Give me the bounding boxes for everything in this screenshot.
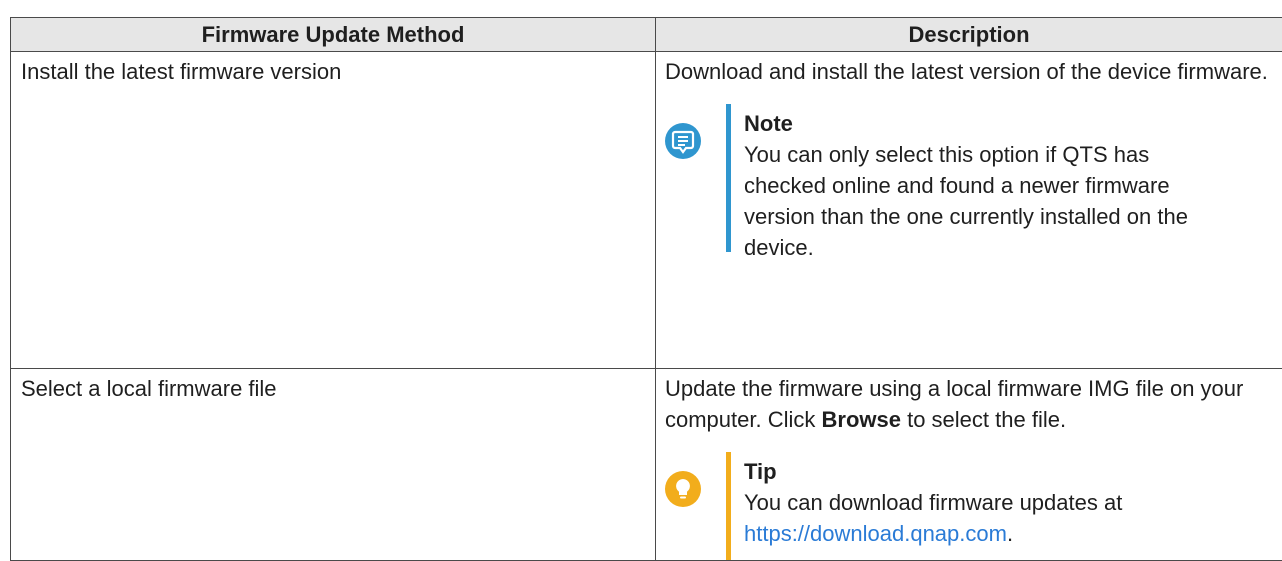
note-text: You can only select this option if QTS h… [744, 142, 1188, 260]
note-icon [665, 123, 701, 159]
description-text: Download and install the latest version … [665, 56, 1274, 87]
table-header-row: Firmware Update Method Description [11, 18, 1282, 52]
description-cell: Update the firmware using a local firmwa… [656, 369, 1282, 561]
method-cell: Select a local firmware file [11, 369, 656, 561]
description-cell: Download and install the latest version … [656, 52, 1282, 369]
tip-accent-bar [726, 452, 731, 560]
lightbulb-icon [665, 471, 701, 507]
note-callout: Note You can only select this option if … [665, 104, 1274, 252]
description-text: Update the firmware using a local firmwa… [665, 373, 1274, 435]
header-description: Description [656, 18, 1282, 52]
table-row: Install the latest firmware version Down… [11, 52, 1282, 369]
tip-callout: Tip You can download firmware updates at… [665, 452, 1274, 560]
note-accent-bar [726, 104, 731, 252]
tip-text-after: . [1007, 521, 1013, 546]
description-text-after: to select the file. [901, 407, 1066, 432]
header-method: Firmware Update Method [11, 18, 656, 52]
tip-body: Tip You can download firmware updates at… [744, 456, 1214, 549]
method-cell: Install the latest firmware version [11, 52, 656, 369]
tip-title: Tip [744, 456, 1214, 487]
table-row: Select a local firmware file Update the … [11, 369, 1282, 561]
download-link[interactable]: https://download.qnap.com [744, 521, 1007, 546]
note-body: Note You can only select this option if … [744, 108, 1214, 263]
browse-label: Browse [822, 407, 901, 432]
note-title: Note [744, 108, 1214, 139]
firmware-update-table: Firmware Update Method Description Insta… [10, 17, 1282, 561]
tip-text: You can download firmware updates at [744, 490, 1122, 515]
